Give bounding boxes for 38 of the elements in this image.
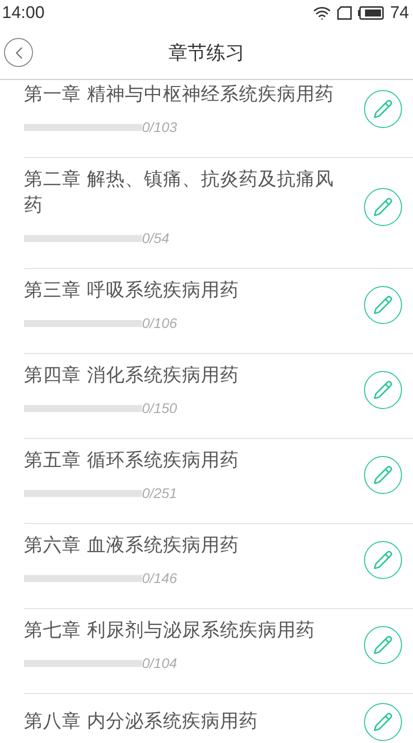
pencil-button[interactable] [364,90,402,128]
pencil-button[interactable] [364,286,402,324]
status-time: 14:00 [2,3,45,23]
pencil-icon [373,550,393,570]
chapter-title[interactable]: 第二章 解热、镇痛、抗炎药及抗痛风药 [24,167,342,219]
battery-icon [358,6,384,20]
chapter-title[interactable]: 第三章 呼吸系统疾病用药 [24,278,342,304]
pencil-icon [373,465,393,485]
pencil-button[interactable] [364,626,402,664]
pencil-button[interactable] [364,703,402,741]
sim-icon [337,6,352,20]
pencil-icon [373,99,393,119]
chapter-title[interactable]: 第一章 精神与中枢神经系统疾病用药 [24,82,342,108]
question-count: 0/104 [142,655,178,671]
pencil-icon [373,295,393,315]
chapter-title[interactable]: 第六章 血液系统疾病用药 [24,533,342,559]
chapter-title[interactable]: 第四章 消化系统疾病用药 [24,363,342,389]
pencil-icon [373,380,393,400]
question-count: 0/103 [142,119,178,135]
pencil-button[interactable] [364,541,402,579]
question-count: 0/150 [142,400,178,416]
page-title: 章节练习 [168,40,244,66]
pencil-icon [373,712,393,732]
battery-level: 74 [390,3,409,23]
pencil-icon [373,197,393,217]
question-count: 0/251 [142,485,178,501]
question-count: 0/106 [142,315,178,331]
chapter-title[interactable]: 第五章 循环系统疾病用药 [24,448,342,474]
question-count: 0/54 [142,230,170,246]
pencil-icon [373,635,393,655]
pencil-button[interactable] [364,456,402,494]
pencil-button[interactable] [364,371,402,409]
wifi-icon [313,4,332,22]
question-count: 0/146 [142,570,178,586]
back-button[interactable] [4,38,33,67]
pencil-button[interactable] [364,188,402,226]
chapter-title[interactable]: 第八章 内分泌系统疾病用药 [24,709,342,735]
chapter-title[interactable]: 第七章 利尿剂与泌尿系统疾病用药 [24,618,342,644]
